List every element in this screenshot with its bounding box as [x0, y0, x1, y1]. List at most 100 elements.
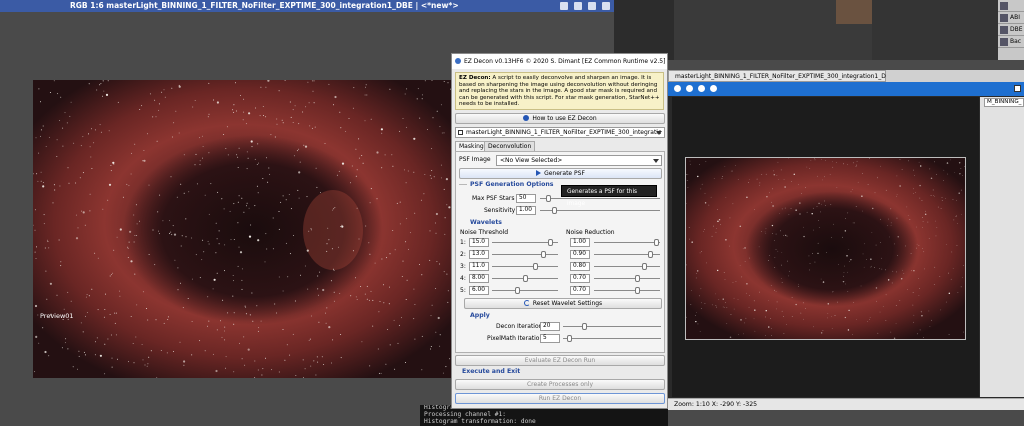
zoom-in-icon[interactable]: [674, 85, 681, 92]
slider-thumb[interactable]: [635, 287, 641, 294]
noise-threshold-slider[interactable]: [492, 250, 558, 259]
image-window-titlebar[interactable]: RGB 1:6 masterLight_BINNING_1_FILTER_NoF…: [0, 0, 614, 12]
sensitivity-slider[interactable]: [540, 206, 660, 215]
zoom-fit-icon[interactable]: [698, 85, 705, 92]
slider-thumb[interactable]: [647, 251, 653, 258]
sensitivity-label: Sensitivity: [484, 207, 516, 214]
slider-thumb[interactable]: [581, 323, 587, 330]
dialog-title[interactable]: EZ Decon v0.13HF6 © 2020 S. Dimant [EZ C…: [452, 54, 667, 69]
pixelmath-iterations-field[interactable]: 5: [540, 334, 560, 343]
view-icon: [458, 130, 463, 135]
slider-thumb[interactable]: [515, 287, 521, 294]
slider-thumb[interactable]: [653, 239, 659, 246]
noise-threshold-slider[interactable]: [492, 286, 558, 295]
noise-reduction-field[interactable]: 1.00: [570, 238, 590, 247]
slider-thumb[interactable]: [548, 239, 554, 246]
ez-decon-dialog: EZ Decon v0.13HF6 © 2020 S. Dimant [EZ C…: [451, 53, 668, 409]
chevron-down-icon: [656, 131, 662, 135]
chevron-down-icon: [653, 159, 659, 163]
tab-bar-filler: [886, 70, 1024, 82]
noise-reduction-slider[interactable]: [594, 262, 660, 271]
slider-thumb[interactable]: [551, 207, 557, 214]
noise-threshold-field[interactable]: 15.0: [469, 238, 489, 247]
zoom-out-icon[interactable]: [686, 85, 693, 92]
wavelet-index: 3:: [460, 263, 466, 270]
how-to-use-button[interactable]: How to use EZ Decon: [455, 113, 665, 124]
preview-toolbar: [668, 82, 1024, 96]
noise-reduction-field[interactable]: 0.80: [570, 262, 590, 271]
nebula-image[interactable]: [33, 80, 453, 378]
workspace-strip: [614, 0, 1024, 60]
toolbar-checkbox[interactable]: [1014, 85, 1021, 92]
generate-psf-button[interactable]: Generate PSF: [459, 168, 662, 179]
decon-iterations-label: Decon Iterations: [496, 323, 546, 330]
noise-reduction-field[interactable]: 0.90: [570, 250, 590, 259]
side-item[interactable]: DBE: [998, 24, 1024, 36]
side-item[interactable]: Bac: [998, 36, 1024, 48]
decon-iterations-slider[interactable]: [563, 322, 661, 331]
noise-threshold-field[interactable]: 13.0: [469, 250, 489, 259]
execute-heading: Execute and Exit: [462, 368, 521, 375]
target-view-select[interactable]: masterLight_BINNING_1_FILTER_NoFilter_EX…: [455, 127, 665, 138]
max-psf-stars-field[interactable]: 50: [516, 194, 536, 203]
reset-wavelet-button[interactable]: Reset Wavelet Settings: [464, 298, 662, 309]
pixelmath-iterations-slider[interactable]: [563, 334, 661, 343]
evaluate-button[interactable]: Evaluate EZ Decon Run: [455, 355, 665, 366]
noise-reduction-field[interactable]: 0.70: [570, 274, 590, 283]
window-controls: [560, 0, 610, 12]
preview-nebula-image[interactable]: [686, 158, 965, 339]
noise-threshold-field[interactable]: 8.00: [469, 274, 489, 283]
maximize-icon[interactable]: [588, 2, 596, 10]
close-icon[interactable]: [602, 2, 610, 10]
apply-heading: Apply: [470, 312, 490, 319]
noise-reduction-slider[interactable]: [594, 250, 660, 259]
masking-panel: PSF Image <No View Selected> Generate PS…: [455, 151, 665, 353]
noise-threshold-slider[interactable]: [492, 262, 558, 271]
psf-image-label: PSF Image: [459, 156, 491, 163]
preview-tab[interactable]: masterLight_BINNING_1_FILTER_NoFilter_EX…: [668, 70, 894, 82]
psf-image-select[interactable]: <No View Selected>: [496, 155, 662, 166]
slider-thumb[interactable]: [522, 275, 528, 282]
noise-reduction-slider[interactable]: [594, 286, 660, 295]
divider: [459, 184, 467, 185]
side-process-list: ABI DBE Bac: [998, 0, 1024, 60]
noise-threshold-label: Noise Threshold: [460, 229, 509, 236]
help-icon: [523, 115, 530, 121]
slider-thumb[interactable]: [566, 335, 572, 342]
shade-icon[interactable]: [560, 2, 568, 10]
sensitivity-field[interactable]: 1.00: [516, 206, 536, 215]
side-item[interactable]: ABI: [998, 12, 1024, 24]
create-processes-button[interactable]: Create Processes only: [455, 379, 665, 390]
run-button[interactable]: Run EZ Decon: [455, 393, 665, 404]
preview-label[interactable]: Preview01: [40, 312, 74, 320]
process-icon: [1000, 2, 1008, 10]
preview-status-bar: Zoom: 1:10 X: -290 Y: -325: [668, 398, 1024, 410]
preview-view-item[interactable]: M_BINNING_: [984, 98, 1024, 107]
noise-threshold-field[interactable]: 11.0: [469, 262, 489, 271]
wavelet-index: 5:: [460, 287, 466, 294]
psf-tooltip: Generates a PSF for this image: [561, 185, 657, 207]
process-icon: [1000, 14, 1008, 22]
noise-threshold-field[interactable]: 6.00: [469, 286, 489, 295]
noise-reduction-field[interactable]: 0.70: [570, 286, 590, 295]
play-icon: [536, 170, 542, 176]
description-box: EZ Decon: A script to easily deconvolve …: [455, 72, 664, 110]
side-item[interactable]: [998, 0, 1024, 12]
slider-thumb[interactable]: [635, 275, 641, 282]
noise-threshold-slider[interactable]: [492, 274, 558, 283]
wavelet-index: 4:: [460, 275, 466, 282]
minimize-icon[interactable]: [574, 2, 582, 10]
slider-thumb[interactable]: [540, 251, 546, 258]
decon-iterations-field[interactable]: 20: [540, 322, 560, 331]
reset-icon: [523, 300, 530, 306]
psf-options-heading: PSF Generation Options: [470, 181, 554, 188]
noise-reduction-slider[interactable]: [594, 238, 660, 247]
zoom-actual-icon[interactable]: [710, 85, 717, 92]
noise-reduction-slider[interactable]: [594, 274, 660, 283]
description-bold: EZ Decon:: [459, 75, 491, 81]
slider-thumb[interactable]: [533, 263, 539, 270]
noise-threshold-slider[interactable]: [492, 238, 558, 247]
slider-thumb[interactable]: [545, 195, 551, 202]
slider-thumb[interactable]: [641, 263, 647, 270]
preview-side-panel: [980, 97, 1024, 397]
